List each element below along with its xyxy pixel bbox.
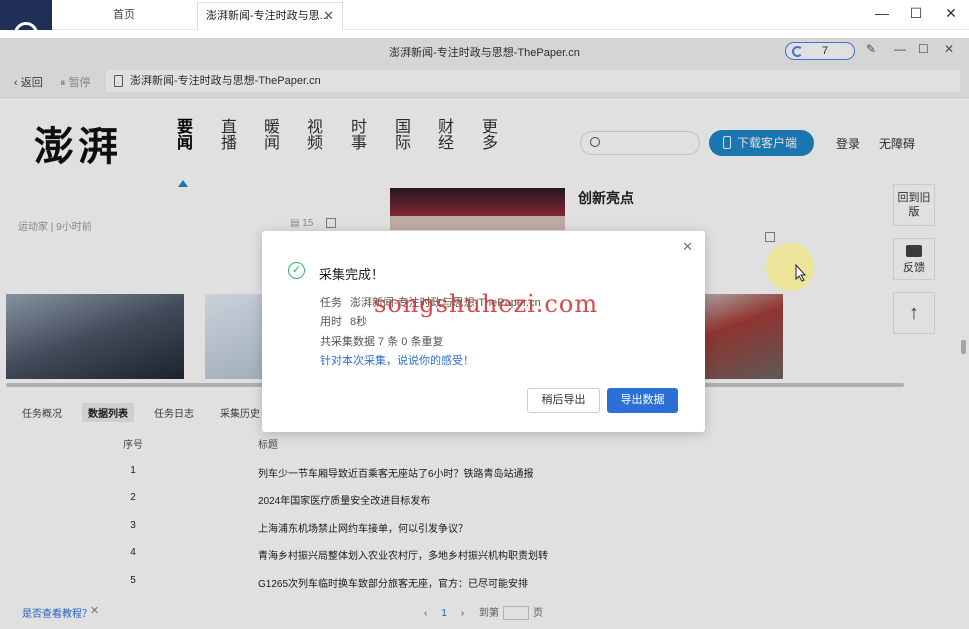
dialog-title: 采集完成！ — [319, 267, 385, 282]
watermark: songshuhezi.com — [374, 290, 599, 318]
feedback-link[interactable]: 针对本次采集，说说你的感受！ — [320, 352, 474, 368]
export-later-button[interactable]: 稍后导出 — [527, 388, 600, 413]
dialog-close-icon[interactable]: ✕ — [682, 239, 693, 255]
tab-thepaper[interactable]: 澎湃新闻-专注时政与思... ✕ — [197, 2, 343, 30]
app-tab-bar: 首页 澎湃新闻-专注时政与思... ✕ — ☐ ✕ — [0, 0, 969, 46]
task-label: 任务 — [320, 297, 342, 309]
tab-label: 澎湃新闻-专注时政与思... — [206, 10, 329, 22]
success-check-icon: ✓ — [288, 262, 305, 279]
maximize-icon[interactable]: ☐ — [906, 4, 926, 24]
time-info: 用时 8秒 — [320, 313, 367, 329]
close-window-icon[interactable]: ✕ — [941, 4, 961, 24]
time-label: 用时 — [320, 316, 342, 328]
tab-close-icon[interactable]: ✕ — [323, 3, 334, 29]
tab-home[interactable]: 首页 — [52, 0, 196, 30]
minimize-icon[interactable]: — — [872, 4, 892, 24]
export-data-button[interactable]: 导出数据 — [607, 388, 678, 413]
collect-complete-dialog: ✕ ✓ 采集完成！ 任务 澎湃新闻-专注时政与思想-ThePaper.cn 用时 8… — [262, 231, 705, 432]
app-logo — [0, 0, 52, 46]
total-info: 共采集数据 7 条 0 条重复 — [320, 336, 444, 348]
time-value: 8秒 — [350, 316, 368, 328]
